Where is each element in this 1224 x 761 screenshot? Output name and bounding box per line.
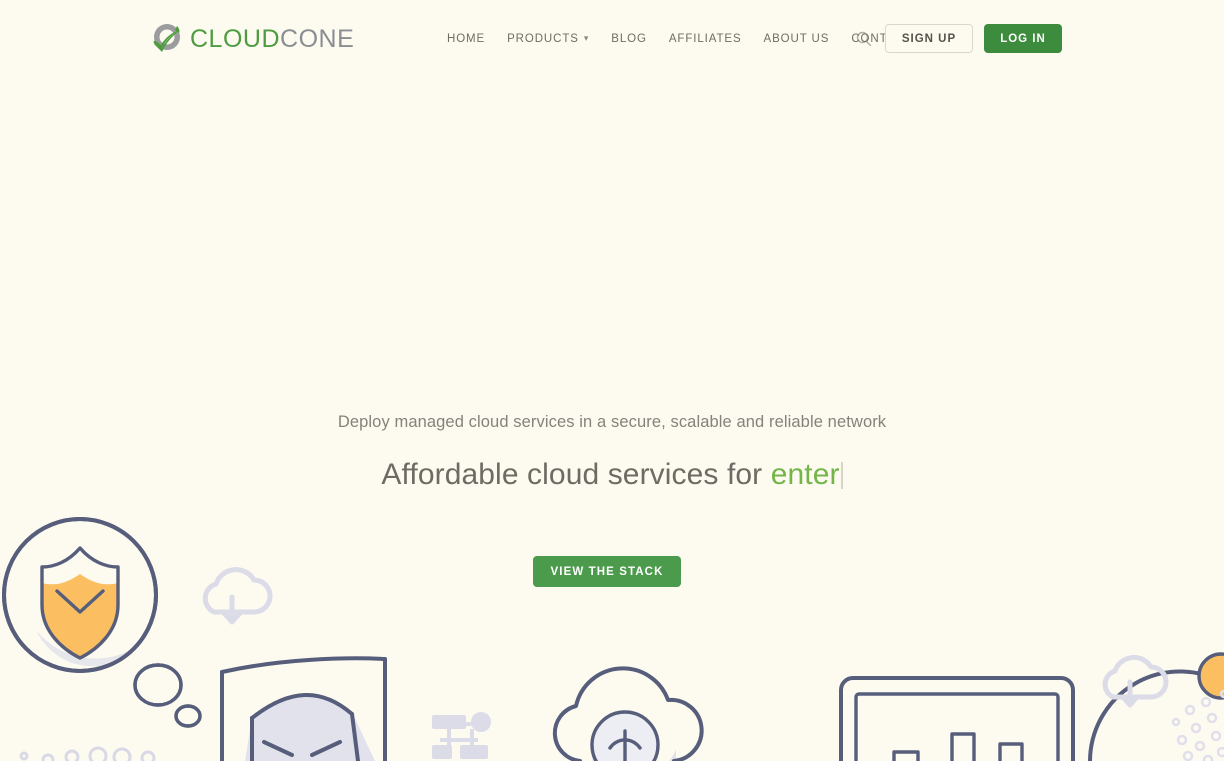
- nav-item-about-us-label: ABOUT US: [763, 33, 830, 45]
- nav-item-blog[interactable]: BLOG: [600, 31, 658, 47]
- nav-item-affiliates[interactable]: AFFILIATES: [658, 31, 753, 47]
- chevron-down-icon: ▾: [583, 32, 590, 43]
- site-header: CLOUDCONE HOME PRODUCTS ▾ BLOG AFFILIATES…: [0, 0, 1224, 78]
- page-title: Affordable cloud services for enter: [0, 456, 1224, 494]
- logo-text-primary: CLOUD: [190, 24, 281, 53]
- cloud-power-illustration: [552, 666, 704, 761]
- nav-item-blog-label: BLOG: [611, 33, 647, 45]
- hero-title-static: Affordable cloud services for: [381, 458, 771, 491]
- thought-bubble-shield-illustration: [2, 517, 202, 728]
- logo-text-secondary: CONE: [280, 24, 355, 53]
- typing-cursor: [840, 462, 843, 489]
- log-in-button[interactable]: LOG IN: [984, 24, 1062, 53]
- envelope-paper-illustration: [220, 656, 387, 761]
- hero-section: Deploy managed cloud services in a secur…: [0, 0, 1224, 761]
- cloud-download-icon: [202, 567, 273, 625]
- dot-pattern-decoration-left: [19, 746, 156, 761]
- nav-item-products[interactable]: PRODUCTS ▾: [496, 31, 600, 47]
- large-circle-decoration: [1088, 669, 1224, 761]
- cloud-download-icon-right: [1102, 654, 1169, 708]
- nav-item-home[interactable]: HOME: [447, 31, 496, 47]
- logo-text: CLOUDCONE: [190, 24, 355, 53]
- sign-up-button[interactable]: SIGN UP: [885, 24, 973, 53]
- dot-pattern-decoration: [1171, 689, 1224, 761]
- monitor-bar-chart-illustration: [839, 676, 1075, 761]
- nav-item-products-label: PRODUCTS: [507, 33, 579, 45]
- view-the-stack-button[interactable]: VIEW THE STACK: [533, 556, 681, 587]
- auth-actions: SIGN UP LOG IN: [885, 24, 1062, 53]
- nav-item-home-label: HOME: [447, 33, 486, 45]
- hero-subtitle: Deploy managed cloud services in a secur…: [337, 413, 887, 431]
- logo-link[interactable]: CLOUDCONE: [150, 20, 354, 58]
- search-icon[interactable]: [855, 30, 873, 48]
- main-navigation: HOME PRODUCTS ▾ BLOG AFFILIATES ABOUT US …: [447, 31, 923, 47]
- network-diagram-icon: [432, 712, 491, 759]
- hero-illustration-layer: .ln { fill:none; stroke:#575E7B; stroke-…: [0, 0, 1224, 761]
- hero-title-typed-word: enter: [770, 458, 840, 491]
- cloudcone-swoosh-logo-icon: [150, 21, 186, 57]
- nav-item-about-us[interactable]: ABOUT US: [753, 31, 841, 47]
- orange-circle-decoration: [1197, 652, 1224, 700]
- nav-item-affiliates-label: AFFILIATES: [668, 33, 742, 45]
